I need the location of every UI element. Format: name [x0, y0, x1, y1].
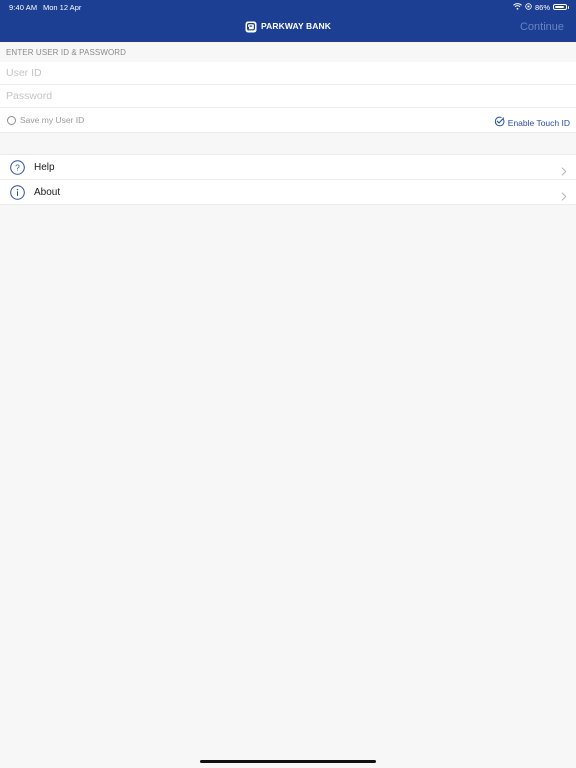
- parkway-logo-icon: [245, 20, 257, 33]
- password-row: [0, 85, 576, 108]
- status-date: Mon 12 Apr: [43, 3, 82, 12]
- save-user-id-label: Save my User ID: [20, 115, 85, 125]
- check-circle-icon: [494, 114, 505, 132]
- login-options-row: Save my User ID Enable Touch ID: [0, 108, 576, 133]
- login-section-title: ENTER USER ID & PASSWORD: [6, 48, 127, 57]
- enable-touch-id-label: Enable Touch ID: [507, 118, 570, 128]
- home-indicator[interactable]: [200, 760, 376, 763]
- app-header: 9:40 AM Mon 12 Apr 86% PARKWAY BANK Cont…: [0, 0, 576, 42]
- menu-item-about[interactable]: About: [0, 180, 576, 205]
- user-id-row: [0, 62, 576, 85]
- wifi-icon: [513, 2, 522, 12]
- menu-list: ? Help About: [0, 154, 576, 205]
- orientation-lock-icon: [525, 2, 532, 12]
- status-indicators: 86%: [513, 2, 569, 12]
- brand-name: PARKWAY BANK: [261, 21, 331, 31]
- status-bar: 9:40 AM Mon 12 Apr 86%: [0, 0, 576, 14]
- info-circle-icon: [10, 185, 25, 200]
- chevron-right-icon: [561, 188, 567, 201]
- chevron-right-icon: [561, 163, 567, 176]
- save-user-id-toggle[interactable]: Save my User ID: [7, 115, 84, 125]
- question-circle-icon: ?: [10, 160, 25, 175]
- menu-item-label: About: [34, 187, 61, 198]
- enable-touch-id-button[interactable]: Enable Touch ID: [494, 114, 570, 132]
- menu-item-label: Help: [34, 162, 55, 173]
- battery-percent: 86%: [534, 2, 550, 12]
- continue-button[interactable]: Continue: [520, 21, 564, 33]
- menu-item-help[interactable]: ? Help: [0, 155, 576, 180]
- svg-text:?: ?: [15, 163, 20, 173]
- brand: PARKWAY BANK: [0, 20, 576, 33]
- password-input[interactable]: [0, 85, 576, 107]
- user-id-input[interactable]: [0, 62, 576, 84]
- status-time: 9:40 AM: [9, 3, 38, 12]
- save-user-id-radio[interactable]: [7, 115, 16, 125]
- battery-icon: [553, 4, 569, 10]
- battery-level: [555, 6, 564, 8]
